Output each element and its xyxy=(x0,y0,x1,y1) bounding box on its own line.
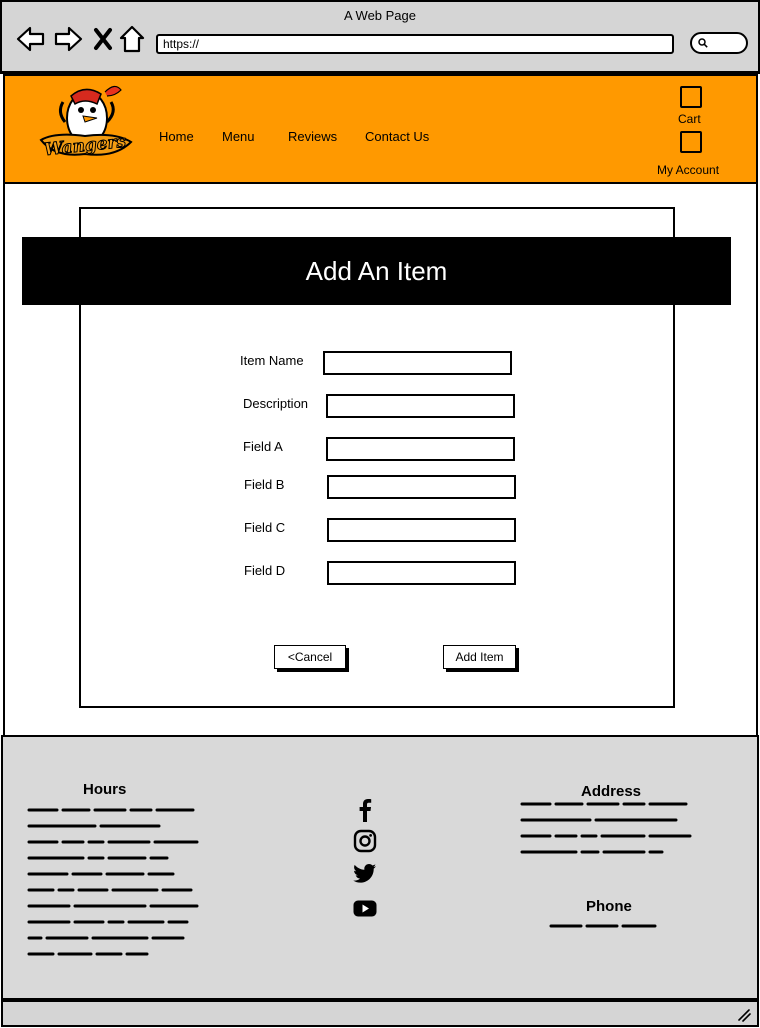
cart-icon[interactable] xyxy=(680,86,702,108)
field-a-input[interactable] xyxy=(326,437,515,461)
site-header: Wangers Home Menu Reviews Contact Us Car… xyxy=(3,74,758,184)
window-title: A Web Page xyxy=(343,8,417,23)
nav-menu[interactable]: Menu xyxy=(222,129,255,144)
nav-reviews[interactable]: Reviews xyxy=(288,129,337,144)
field-c-label: Field C xyxy=(244,520,286,535)
site-footer: Hours Address Phone xyxy=(1,735,759,1000)
nav-home[interactable]: Home xyxy=(159,129,194,144)
address-placeholder-text xyxy=(520,802,692,854)
field-b-input[interactable] xyxy=(327,475,516,499)
wangers-logo[interactable]: Wangers xyxy=(35,82,135,170)
page-title: Add An Item xyxy=(22,237,731,305)
field-d-input[interactable] xyxy=(327,561,516,585)
hours-placeholder-text xyxy=(27,808,199,956)
item-name-label: Item Name xyxy=(240,353,304,368)
phone-heading: Phone xyxy=(586,898,632,915)
hours-heading: Hours xyxy=(83,781,127,798)
close-icon[interactable] xyxy=(90,24,116,54)
url-bar[interactable]: https:// xyxy=(156,34,674,54)
search-icon xyxy=(698,38,708,48)
field-b-label: Field B xyxy=(244,477,285,492)
youtube-icon[interactable] xyxy=(352,895,378,921)
forward-icon[interactable] xyxy=(53,24,83,54)
home-icon[interactable] xyxy=(118,24,146,54)
item-name-input[interactable] xyxy=(323,351,512,375)
field-c-input[interactable] xyxy=(327,518,516,542)
browser-chrome: A Web Page https:// xyxy=(0,0,760,74)
instagram-icon[interactable] xyxy=(352,828,378,854)
address-heading: Address xyxy=(581,783,642,800)
add-item-button[interactable]: Add Item xyxy=(443,645,516,669)
field-d-label: Field D xyxy=(244,563,286,578)
my-account-label[interactable]: My Account xyxy=(657,163,719,177)
field-a-label: Field A xyxy=(243,439,283,454)
facebook-icon[interactable] xyxy=(352,797,378,823)
back-icon[interactable] xyxy=(16,24,46,54)
status-bar xyxy=(1,1000,759,1027)
resize-grip-icon[interactable] xyxy=(737,1008,751,1022)
description-input[interactable] xyxy=(326,394,515,418)
nav-contact-us[interactable]: Contact Us xyxy=(365,129,429,144)
description-label: Description xyxy=(243,396,309,411)
twitter-icon[interactable] xyxy=(352,860,378,886)
phone-placeholder-text xyxy=(549,924,657,928)
account-icon[interactable] xyxy=(680,131,702,153)
cart-label[interactable]: Cart xyxy=(678,112,701,126)
browser-search-field[interactable] xyxy=(690,32,748,54)
cancel-button[interactable]: <Cancel xyxy=(274,645,346,669)
